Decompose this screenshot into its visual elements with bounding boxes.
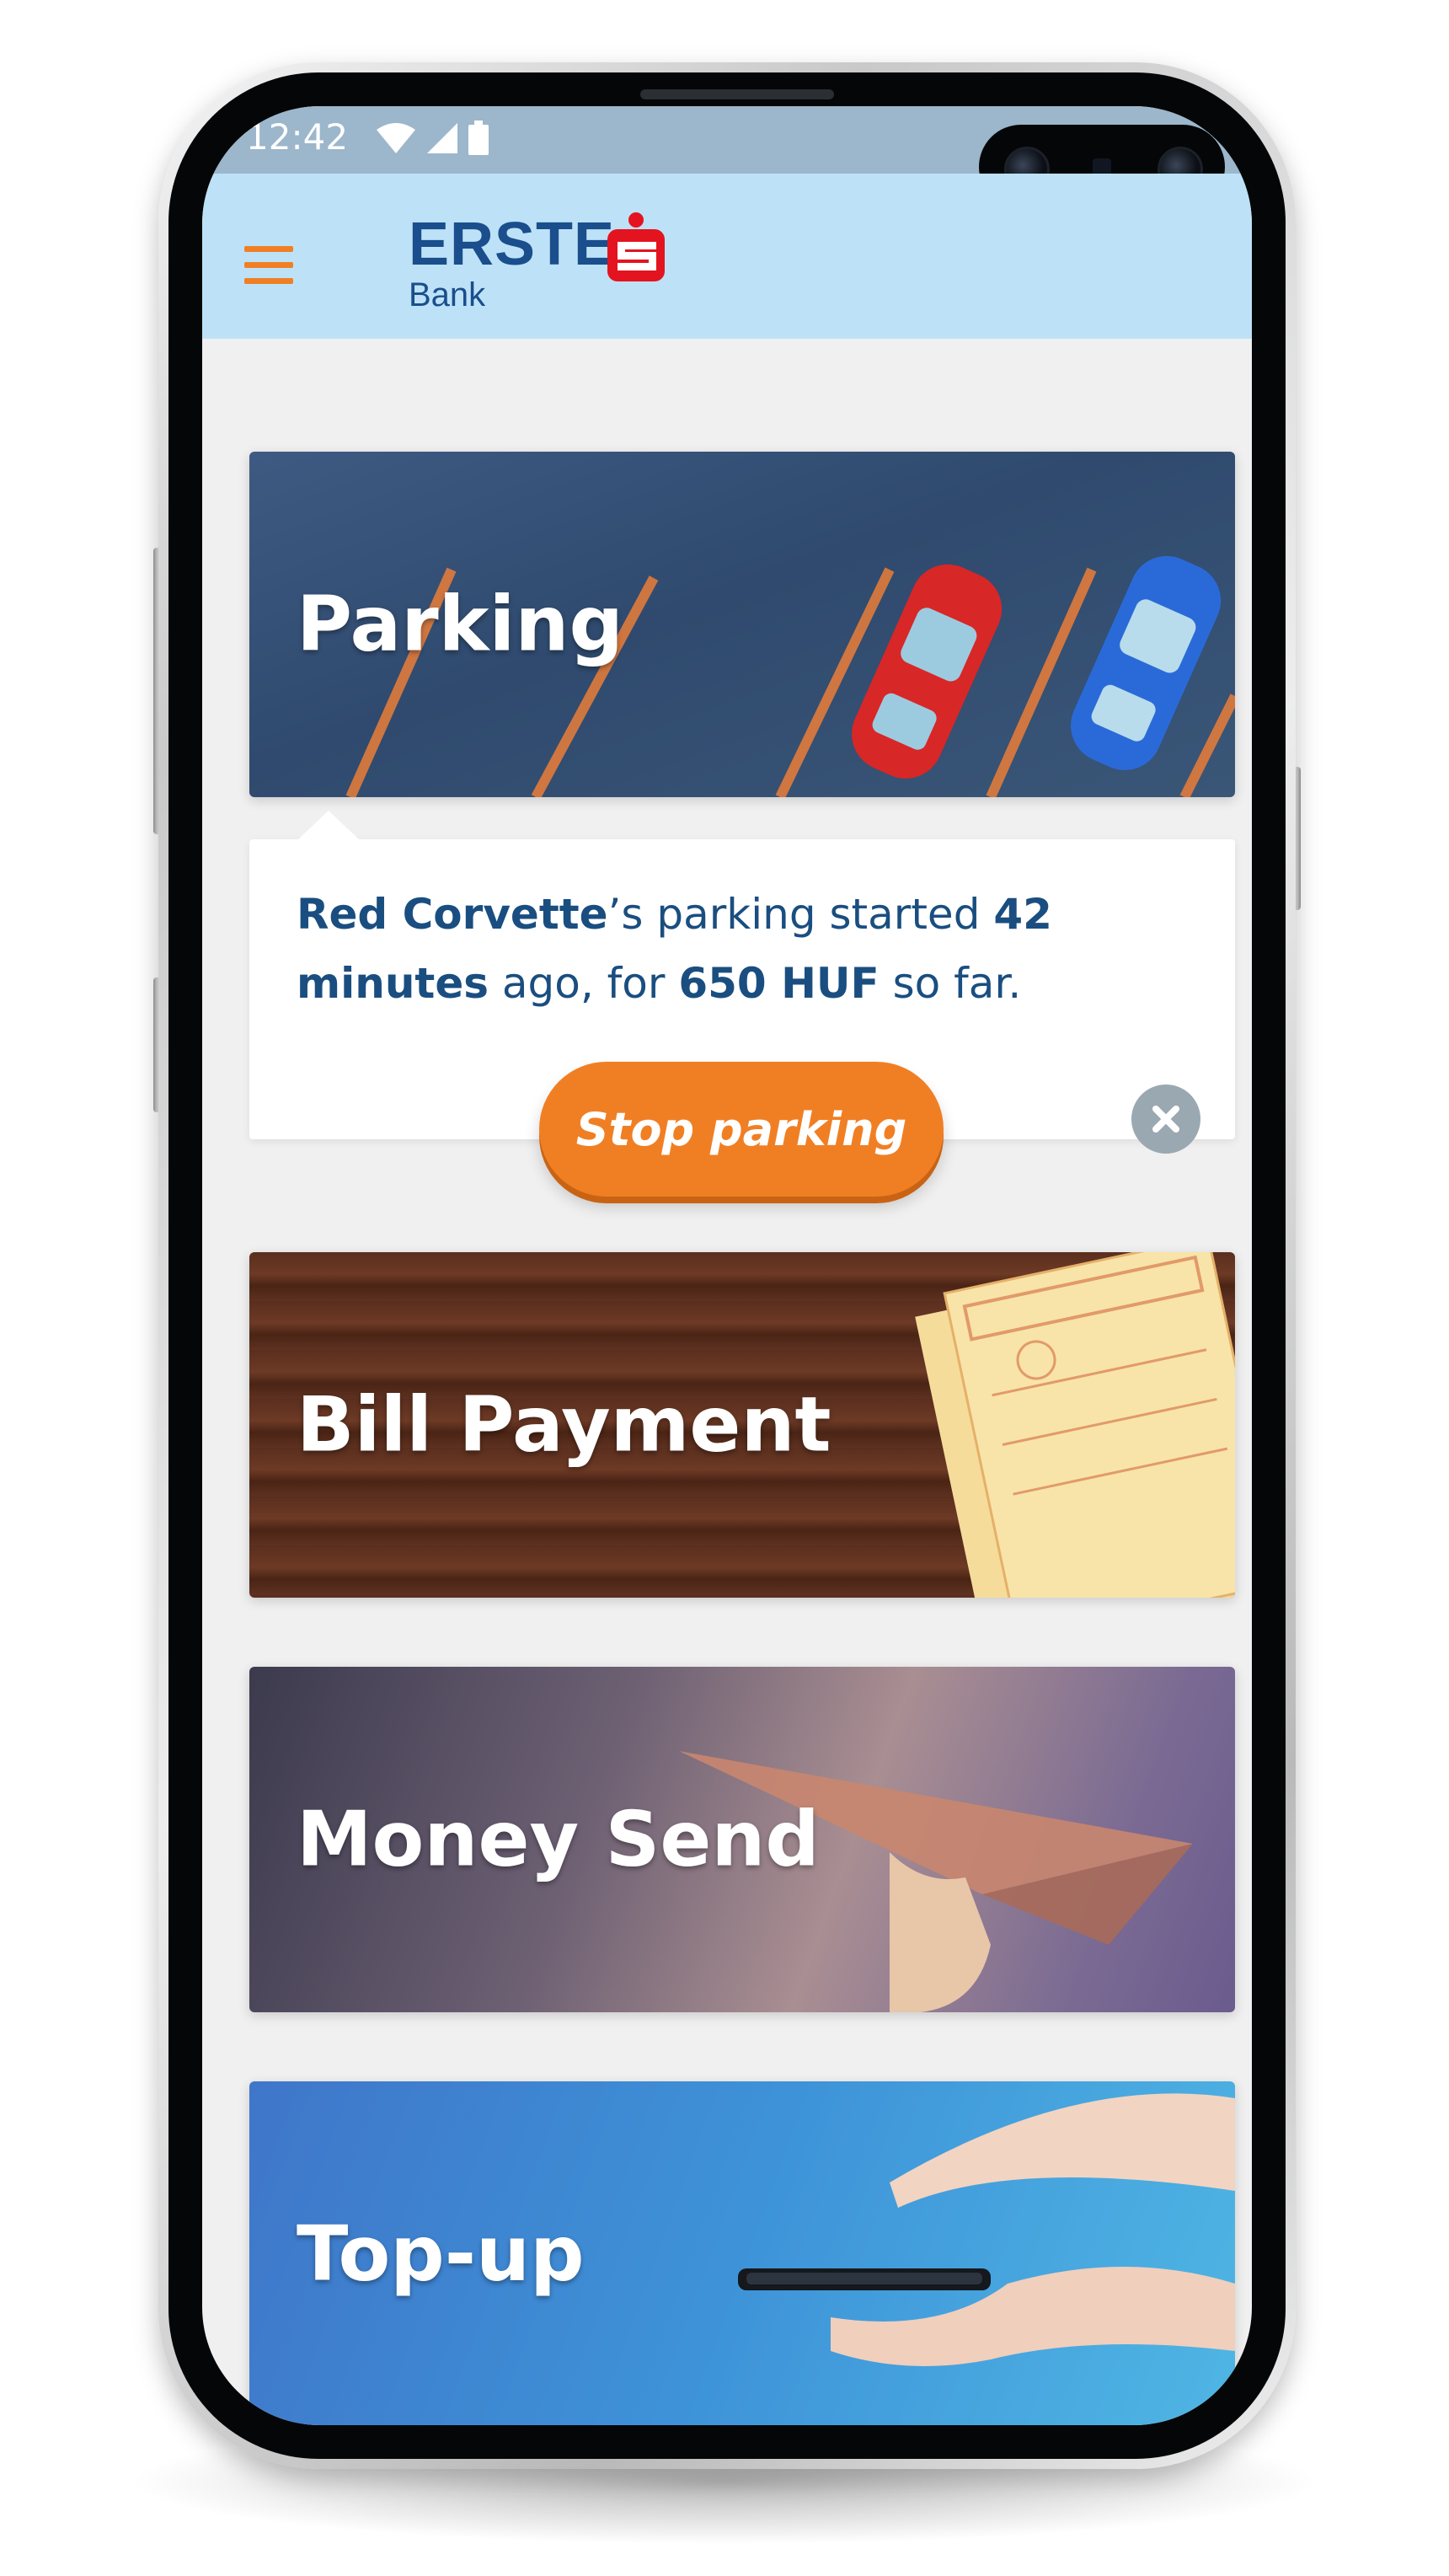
top-up-card-title: Top-up: [297, 2209, 585, 2299]
top-up-card[interactable]: Top-up: [249, 2081, 1235, 2425]
parking-amount: 650 HUF: [678, 959, 880, 1008]
panel-pointer: [297, 811, 361, 841]
hamburger-menu-icon[interactable]: [244, 246, 293, 285]
battery-icon: [468, 120, 489, 155]
parking-status-text: Red Corvette’s parking started 42 minute…: [297, 880, 1190, 1018]
money-send-card-title: Money Send: [297, 1795, 820, 1884]
logo-secondary: Bank: [409, 276, 486, 313]
close-icon[interactable]: [1131, 1084, 1200, 1154]
wifi-icon: [377, 123, 415, 153]
app-screen: 12:42 ERSTE Bank Parking Red Corvette’s …: [202, 106, 1252, 2425]
status-icons: [375, 120, 489, 157]
status-text-mid: ago, for: [489, 959, 679, 1008]
parking-card-title: Parking: [297, 580, 623, 669]
app-header: ERSTE Bank: [202, 174, 1252, 339]
signal-icon: [427, 123, 457, 153]
erste-bank-logo: ERSTE Bank: [409, 211, 665, 313]
status-text-after-car: ’s parking started: [607, 890, 994, 939]
status-text-end: so far.: [879, 959, 1022, 1008]
car-name: Red Corvette: [297, 890, 608, 939]
logo-primary: ERSTE: [409, 211, 616, 278]
money-send-card[interactable]: Money Send: [249, 1667, 1235, 2012]
red-car-icon: [852, 564, 1003, 779]
bill-payment-card-title: Bill Payment: [297, 1380, 831, 1470]
phone-frame: 12:42 ERSTE Bank Parking Red Corvette’s …: [158, 62, 1296, 2469]
parking-card[interactable]: Parking: [249, 452, 1235, 797]
close-x-glyph: [1152, 1106, 1179, 1133]
bill-payment-card[interactable]: Bill Payment: [249, 1252, 1235, 1598]
status-time: 12:42: [246, 116, 349, 158]
stop-parking-button[interactable]: Stop parking: [539, 1062, 944, 1197]
phone-bezel: 12:42 ERSTE Bank Parking Red Corvette’s …: [168, 72, 1286, 2459]
erste-s-icon: [607, 212, 665, 281]
earpiece-speaker: [640, 89, 834, 99]
